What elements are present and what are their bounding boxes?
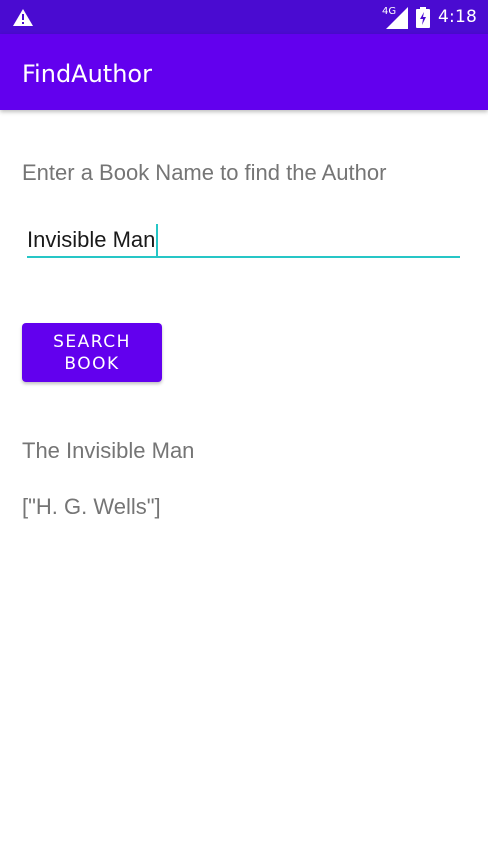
book-name-input[interactable] [27,224,460,258]
signal-icon [386,7,408,29]
app-title: FindAuthor [22,60,152,88]
battery-charging-icon [416,7,430,28]
result-authors: ["H. G. Wells"] [22,494,161,519]
search-book-button[interactable]: SEARCH BOOK [22,323,162,382]
status-bar: 4G 4:18 [0,0,488,34]
warning-icon [13,9,33,26]
status-time: 4:18 [438,7,477,27]
app-bar: FindAuthor [0,34,488,110]
instruction-label: Enter a Book Name to find the Author [22,160,387,185]
result-book-title: The Invisible Man [22,438,195,463]
text-cursor [156,224,159,256]
